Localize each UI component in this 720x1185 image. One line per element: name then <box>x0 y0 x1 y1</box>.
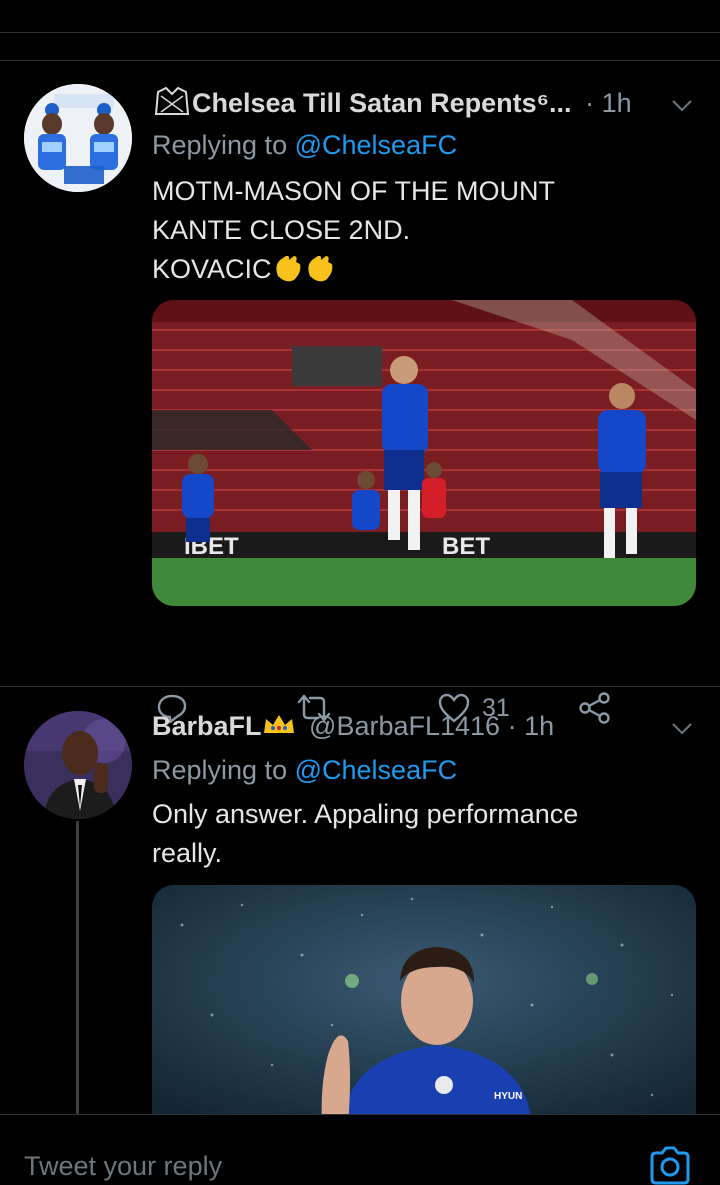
replying-to-label: Replying to <box>152 755 288 785</box>
clapping-hands-icon <box>275 255 332 282</box>
reply-composer[interactable]: Tweet your reply <box>0 1114 720 1185</box>
owl-emblem-icon <box>154 86 190 115</box>
camera-icon[interactable] <box>648 1145 692 1185</box>
display-name[interactable]: BarbaFL <box>152 711 262 741</box>
tweet-header: Chelsea Till Satan Repents⁶... · 1h <box>152 86 632 119</box>
tweet-2[interactable]: BarbaFL @BarbaFL1416 · 1h Replying to @C… <box>0 687 720 1125</box>
tweet-line: KANTE CLOSE 2ND. <box>152 215 411 245</box>
tweet-text: Only answer. Appaling performance really… <box>152 795 578 873</box>
tweet-text: MOTM-MASON OF THE MOUNT KANTE CLOSE 2ND.… <box>152 172 555 289</box>
chevron-down-icon[interactable] <box>670 94 694 118</box>
replying-to-handle[interactable]: @ChelseaFC <box>295 755 457 785</box>
avatar[interactable] <box>24 84 132 192</box>
handle-and-time: @BarbaFL1416 · 1h <box>309 711 555 741</box>
chevron-down-icon[interactable] <box>670 717 694 741</box>
top-divider <box>0 32 720 33</box>
tweet-line-text: KOVACIC <box>152 254 272 284</box>
svg-text:HYUN: HYUN <box>494 1091 522 1102</box>
tweet-line: Only answer. Appaling performance <box>152 799 579 829</box>
replying-to: Replying to @ChelseaFC <box>152 755 457 786</box>
replying-to: Replying to @ChelseaFC <box>152 130 457 161</box>
thread-line <box>76 821 79 1114</box>
reply-input-placeholder[interactable]: Tweet your reply <box>24 1151 222 1182</box>
tweet-line: KOVACIC <box>152 250 555 289</box>
tweet-1[interactable]: Chelsea Till Satan Repents⁶... · 1h Repl… <box>0 60 720 724</box>
tweet-header: BarbaFL @BarbaFL1416 · 1h <box>152 711 554 742</box>
tweet-line: really. <box>152 838 223 868</box>
svg-text:BET: BET <box>442 533 490 560</box>
avatar[interactable] <box>24 711 132 819</box>
replying-to-handle[interactable]: @ChelseaFC <box>295 130 457 160</box>
tweet-photo[interactable]: HYUN <box>152 885 696 1125</box>
replying-to-label: Replying to <box>152 130 288 160</box>
timestamp: · 1h <box>585 88 632 118</box>
display-name[interactable]: Chelsea Till Satan Repents⁶... <box>192 88 572 118</box>
tweet-line: MOTM-MASON OF THE MOUNT <box>152 176 555 206</box>
crown-icon <box>263 715 294 733</box>
tweet-photo[interactable]: IBET BET <box>152 300 696 606</box>
